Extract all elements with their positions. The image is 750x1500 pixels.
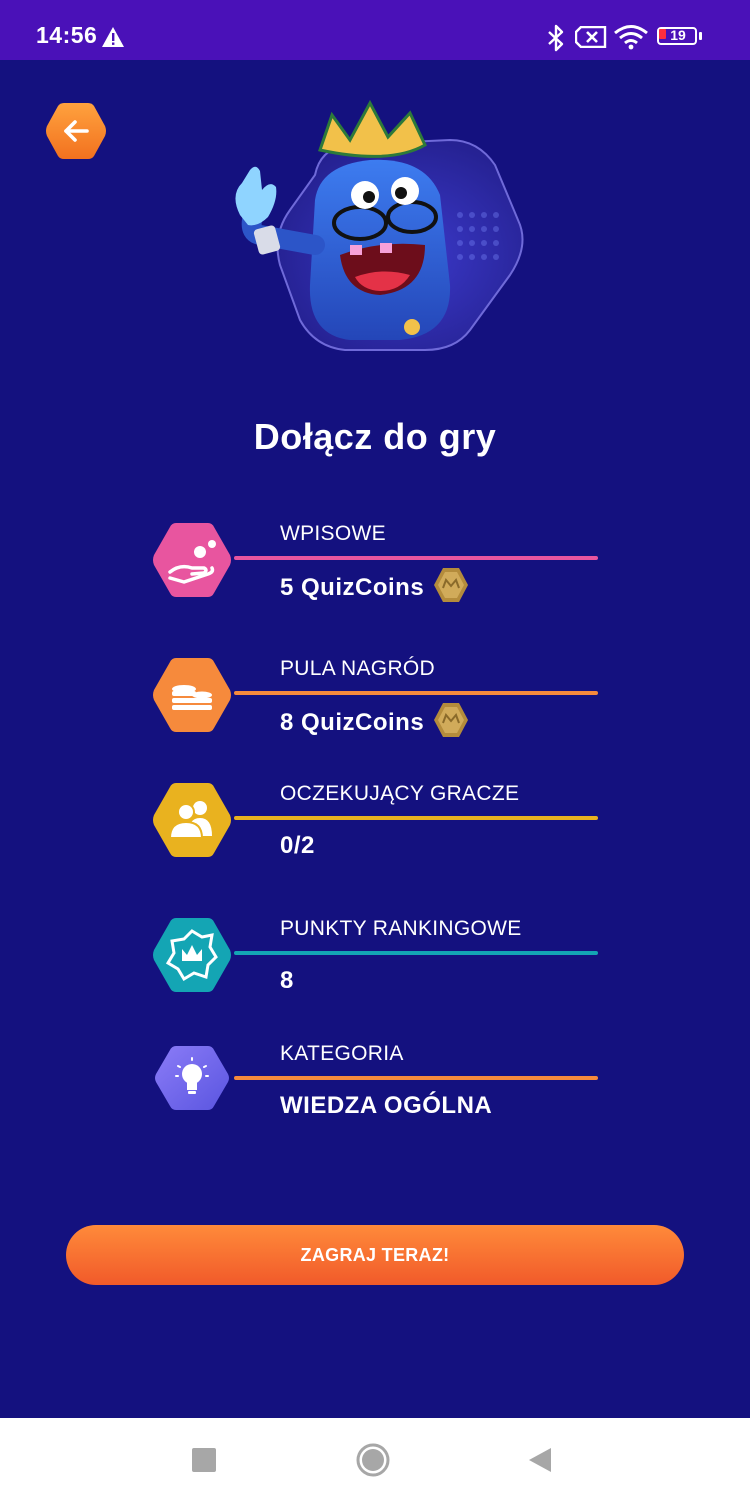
battery-level: 19: [670, 27, 686, 43]
row-value: 8: [280, 967, 294, 995]
lightbulb-icon: [155, 1046, 229, 1110]
row-value-text: 8: [280, 967, 294, 994]
battery-icon: 19: [657, 27, 702, 47]
divider-line: [234, 1076, 598, 1080]
recents-square-icon[interactable]: [192, 1448, 216, 1472]
wifi-icon: [614, 25, 648, 50]
sim-card-off-icon: [575, 26, 607, 48]
page-title: Dołącz do gry: [253, 416, 497, 457]
info-row-waiting-players: OCZEKUJĄCY GRACZE 0/2: [150, 780, 610, 870]
row-value: 5 QuizCoins: [280, 568, 470, 604]
row-label: PUNKTY RANKINGOWE: [280, 917, 522, 940]
row-value: 8 QuizCoins: [280, 703, 470, 739]
row-value-text: 0/2: [280, 832, 315, 859]
divider-line: [234, 816, 598, 820]
mascot-image: [235, 99, 524, 351]
status-bar: 14:56 19: [0, 0, 750, 60]
navigation-bar: [0, 1418, 750, 1500]
row-value-text: 5 QuizCoins: [280, 574, 425, 601]
row-value: 0/2: [280, 832, 315, 860]
users-icon: [153, 783, 231, 857]
hand-coins-icon: [153, 523, 231, 597]
warning-icon: [102, 27, 124, 47]
row-label: OCZEKUJĄCY GRACZE: [280, 782, 520, 805]
crown-badge-icon: [153, 918, 231, 992]
coin-stack-icon: [153, 658, 231, 732]
divider-line: [234, 691, 598, 695]
back-button[interactable]: [44, 100, 108, 162]
status-time: 14:56: [36, 22, 98, 48]
row-value-text: 8 QuizCoins: [280, 709, 425, 736]
row-value: WIEDZA OGÓLNA: [280, 1092, 492, 1120]
quizcoin-icon: [434, 568, 469, 602]
bluetooth-icon: [548, 24, 564, 52]
back-triangle-icon[interactable]: [527, 1446, 553, 1474]
row-label: WPISOWE: [280, 522, 386, 545]
divider-line: [234, 951, 598, 955]
info-row-category: KATEGORIA WIEDZA OGÓLNA: [150, 1040, 610, 1130]
home-circle-icon[interactable]: [355, 1442, 391, 1478]
info-row-entry-fee: WPISOWE 5 QuizCoins: [150, 520, 610, 610]
play-now-button[interactable]: ZAGRAJ TERAZ!: [66, 1225, 684, 1285]
divider-line: [234, 556, 598, 560]
info-row-prize-pool: PULA NAGRÓD 8 QuizCoins: [150, 655, 610, 745]
row-label: PULA NAGRÓD: [280, 657, 436, 680]
quizcoin-icon: [434, 703, 469, 737]
info-row-ranking-points: PUNKTY RANKINGOWE 8: [150, 915, 610, 1005]
row-label: KATEGORIA: [280, 1042, 404, 1065]
row-value-text: WIEDZA OGÓLNA: [280, 1092, 493, 1119]
